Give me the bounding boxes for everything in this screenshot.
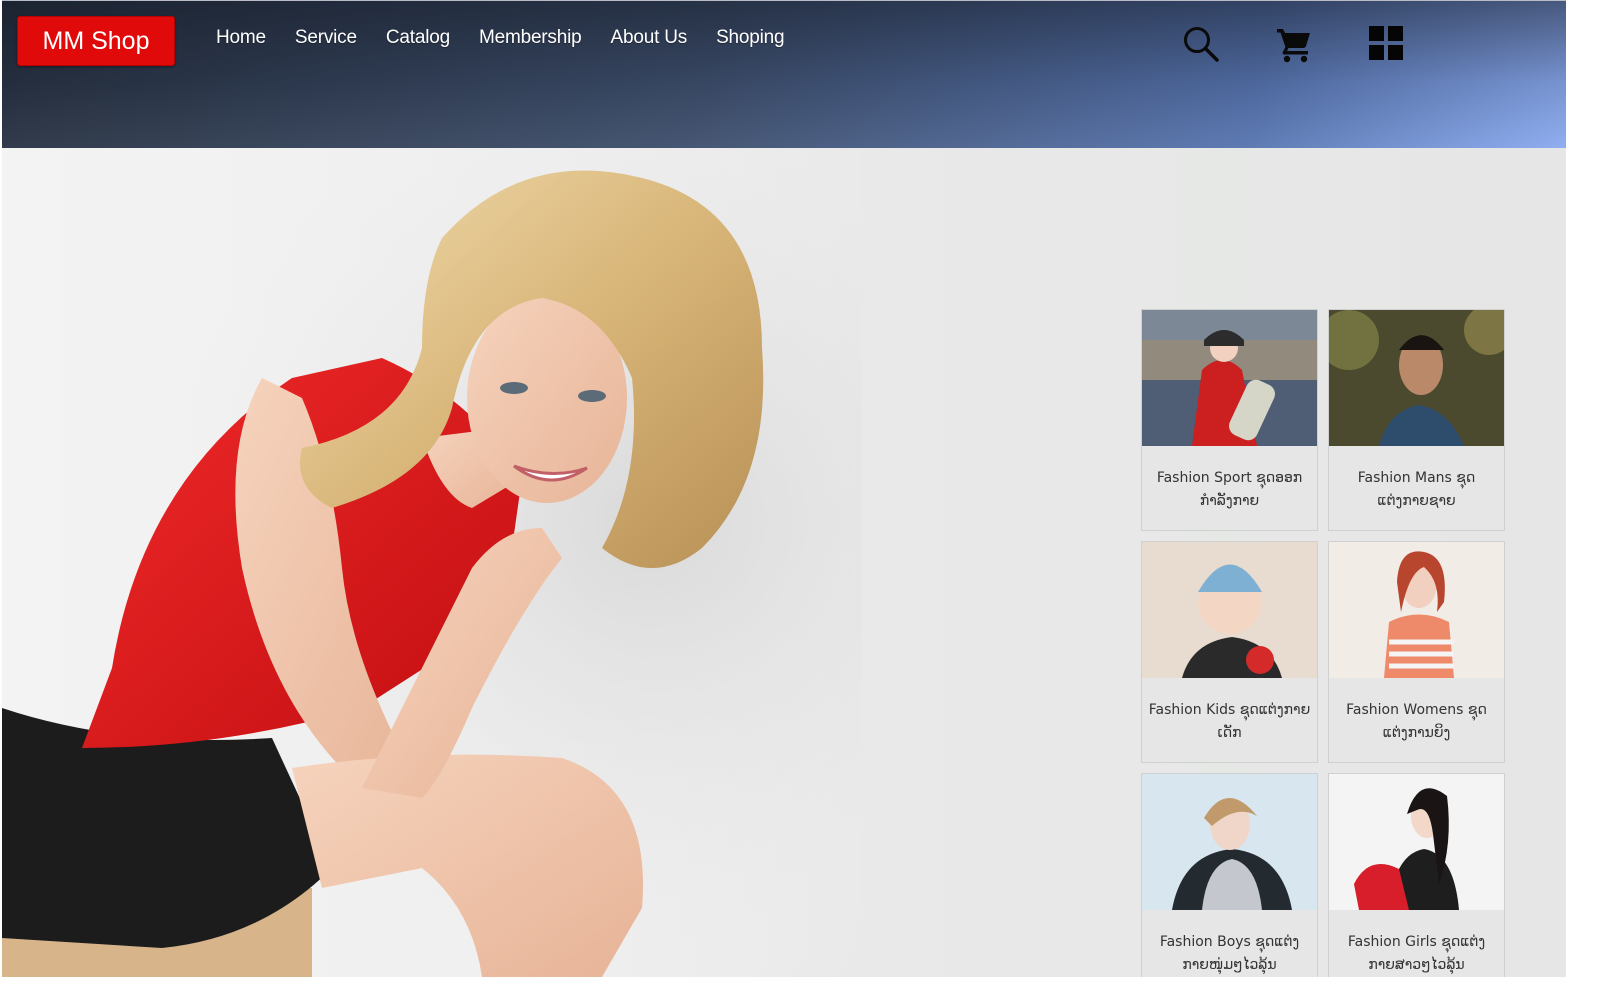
- nav-catalog[interactable]: Catalog: [386, 27, 450, 49]
- logo-button[interactable]: MM Shop: [17, 16, 175, 66]
- girl-photo: [1329, 774, 1504, 910]
- hero-banner: Fashion Sport ຊຸດອອກກຳລັງກາຍ Fashion Man…: [2, 148, 1566, 977]
- category-card-womens[interactable]: Fashion Womens ຊຸດແຕ່ງການຍິງ: [1328, 541, 1505, 763]
- category-card-mans[interactable]: Fashion Mans ຊຸດແຕ່ງກາຍຊາຍ: [1328, 309, 1505, 531]
- category-card-kids[interactable]: Fashion Kids ຊຸດແຕ່ງກາຍເດັກ: [1141, 541, 1318, 763]
- category-label: Fashion Girls ຊຸດແຕ່ງກາຍສາວໆໄວລຸ້ນ: [1347, 934, 1486, 973]
- category-label: Fashion Womens ຊຸດແຕ່ງການຍິງ: [1346, 702, 1487, 741]
- category-label: Fashion Sport ຊຸດອອກກຳລັງກາຍ: [1156, 470, 1303, 509]
- hero-photo: [2, 148, 862, 977]
- man-photo: [1329, 310, 1504, 446]
- category-label: Fashion Mans ຊຸດແຕ່ງກາຍຊາຍ: [1357, 470, 1476, 509]
- woman-photo: [1329, 542, 1504, 678]
- kid-photo: [1142, 542, 1317, 678]
- boy-photo: [1142, 774, 1317, 910]
- search-icon[interactable]: [1182, 25, 1220, 63]
- category-card-girls[interactable]: Fashion Girls ຊຸດແຕ່ງກາຍສາວໆໄວລຸ້ນ: [1328, 773, 1505, 977]
- category-card-boys[interactable]: Fashion Boys ຊຸດແຕ່ງກາຍໜຸ່ມໆໄວລຸ້ນ: [1141, 773, 1318, 977]
- nav-home[interactable]: Home: [216, 27, 266, 49]
- nav-shoping[interactable]: Shoping: [716, 27, 785, 49]
- category-card-sport[interactable]: Fashion Sport ຊຸດອອກກຳລັງກາຍ: [1141, 309, 1318, 531]
- nav-about-us[interactable]: About Us: [611, 27, 688, 49]
- category-label: Fashion Boys ຊຸດແຕ່ງກາຍໜຸ່ມໆໄວລຸ້ນ: [1159, 934, 1300, 973]
- cart-icon[interactable]: [1275, 25, 1313, 63]
- grid-icon[interactable]: [1368, 25, 1404, 61]
- nav-service[interactable]: Service: [295, 27, 357, 49]
- main-nav: Home Service Catalog Membership About Us…: [216, 27, 813, 49]
- category-label: Fashion Kids ຊຸດແຕ່ງກາຍເດັກ: [1148, 702, 1311, 741]
- header: MM Shop Home Service Catalog Membership …: [2, 1, 1566, 148]
- sport-photo: [1142, 310, 1317, 446]
- nav-membership[interactable]: Membership: [479, 27, 582, 49]
- page-frame: MM Shop Home Service Catalog Membership …: [2, 0, 1566, 977]
